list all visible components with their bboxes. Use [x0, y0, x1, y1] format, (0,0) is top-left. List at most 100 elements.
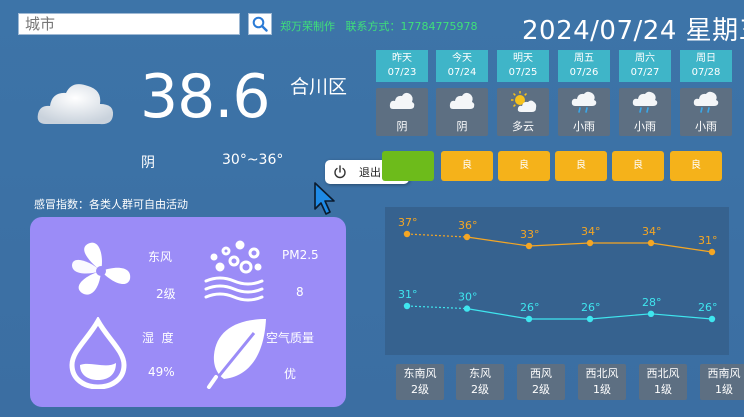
aqi-badge-2: 良 [498, 151, 550, 181]
day-name: 今天 [452, 53, 472, 64]
data-label: 31° [398, 288, 418, 301]
day-weather-2: 多云 [497, 88, 549, 136]
current-temperature: 38.6 [140, 62, 271, 132]
aqi-badge-3: 良 [555, 151, 607, 181]
data-label: 28° [642, 296, 662, 309]
day-condition: 小雨 [634, 120, 656, 133]
day-weather-5: 小雨 [680, 88, 732, 136]
series-line-segment [589, 313, 652, 320]
leaf-icon [206, 315, 272, 392]
data-label: 34° [581, 225, 601, 238]
wind-direction: 西南风 [707, 367, 741, 380]
day-condition: 小雨 [573, 120, 595, 133]
day-wind-1: 东风 2级 [456, 364, 504, 400]
day-header-3: 周五 07/26 [558, 50, 610, 82]
wind-direction: 西北风 [585, 367, 619, 380]
data-label: 26° [698, 301, 718, 314]
day-condition: 阴 [396, 120, 408, 133]
data-point [525, 315, 533, 323]
humidity-value: 49% [148, 365, 175, 379]
wind-direction: 西北风 [646, 367, 680, 380]
current-condition: 阴 [141, 155, 155, 171]
data-point [647, 239, 655, 247]
pm25-icon [200, 237, 270, 306]
humidity-label: 湿 度 [142, 331, 174, 345]
data-label: 31° [698, 234, 718, 247]
day-date: 07/23 [387, 67, 417, 78]
credit-text: 郑万荣制作 联系方式：17784775978 [280, 20, 478, 33]
day-wind-4: 西北风 1级 [639, 364, 687, 400]
detail-panel: 东风 2级 PM2.5 8 湿 度 49% 空气质量 优 [30, 217, 346, 407]
series-line-segment [406, 233, 468, 238]
exit-label: 退出 [359, 166, 381, 179]
data-point [463, 305, 471, 312]
day-date: 07/26 [569, 67, 599, 78]
day-header-0: 昨天 07/23 [376, 50, 428, 82]
day-wind-0: 东南风 2级 [396, 364, 444, 400]
day-weather-1: 阴 [436, 88, 488, 136]
wind-direction: 东南风 [403, 367, 437, 380]
data-point [403, 230, 411, 238]
air-quality-label: 空气质量 [266, 331, 315, 345]
wind-direction: 东风 [148, 250, 173, 264]
data-point [708, 248, 716, 256]
sun-cloud-icon [510, 91, 538, 117]
data-label: 30° [458, 291, 478, 304]
day-date: 07/25 [508, 67, 538, 78]
data-point [525, 242, 533, 250]
day-wind-2: 西风 2级 [517, 364, 565, 400]
data-label: 33° [520, 228, 540, 241]
wind-level: 2级 [532, 383, 550, 396]
day-date: 07/24 [447, 67, 477, 78]
search-button[interactable] [248, 13, 272, 35]
day-weather-4: 小雨 [619, 88, 671, 136]
humidity-icon [66, 315, 130, 392]
wind-level: 2级 [411, 383, 429, 396]
air-quality-value: 优 [284, 367, 297, 381]
pm25-value: 8 [296, 285, 304, 299]
aqi-value: 良 [519, 160, 529, 171]
day-name: 周五 [574, 53, 594, 64]
rain-icon [693, 91, 719, 119]
data-point [586, 315, 594, 323]
district-name: 合川区 [290, 76, 348, 98]
day-condition: 多云 [512, 120, 534, 133]
data-point [586, 239, 594, 247]
wind-level: 1级 [654, 383, 672, 396]
day-header-1: 今天 07/24 [436, 50, 488, 82]
day-header-2: 明天 07/25 [497, 50, 549, 82]
wind-level: 2级 [156, 287, 176, 301]
aqi-badge-0 [382, 151, 434, 181]
search-input[interactable] [18, 13, 240, 35]
mouse-cursor-icon [313, 181, 339, 221]
fan-icon [66, 239, 136, 306]
cloud-icon [389, 91, 415, 115]
aqi-value: 良 [576, 160, 586, 171]
day-date: 07/27 [630, 67, 660, 78]
aqi-badge-1: 良 [441, 151, 493, 181]
day-name: 周日 [696, 53, 716, 64]
cloud-icon [449, 91, 475, 115]
aqi-value: 良 [691, 160, 701, 171]
day-header-5: 周日 07/28 [680, 50, 732, 82]
wind-level: 2级 [471, 383, 489, 396]
search-icon [252, 16, 268, 32]
data-label: 37° [398, 216, 418, 229]
date-title: 2024/07/24 星期三 [522, 16, 744, 46]
day-name: 周六 [635, 53, 655, 64]
day-name: 明天 [513, 53, 533, 64]
series-line-segment [528, 242, 591, 247]
day-date: 07/28 [691, 67, 721, 78]
data-point [403, 302, 411, 310]
cold-index: 感冒指数：各类人群可自由活动 [34, 198, 188, 211]
aqi-value: 良 [633, 160, 643, 171]
data-label: 34° [642, 225, 662, 238]
data-point [647, 310, 655, 317]
rain-icon [632, 91, 658, 119]
temperature-range: 30°~36° [222, 152, 284, 168]
wind-direction: 东风 [469, 367, 491, 380]
temperature-chart: 37° 36° 33° 34° 34° 31° 31° 30° 26° 26° 28° 26° [385, 207, 729, 355]
data-label: 36° [458, 219, 478, 232]
data-label: 26° [581, 301, 601, 314]
aqi-badge-5: 良 [670, 151, 722, 181]
